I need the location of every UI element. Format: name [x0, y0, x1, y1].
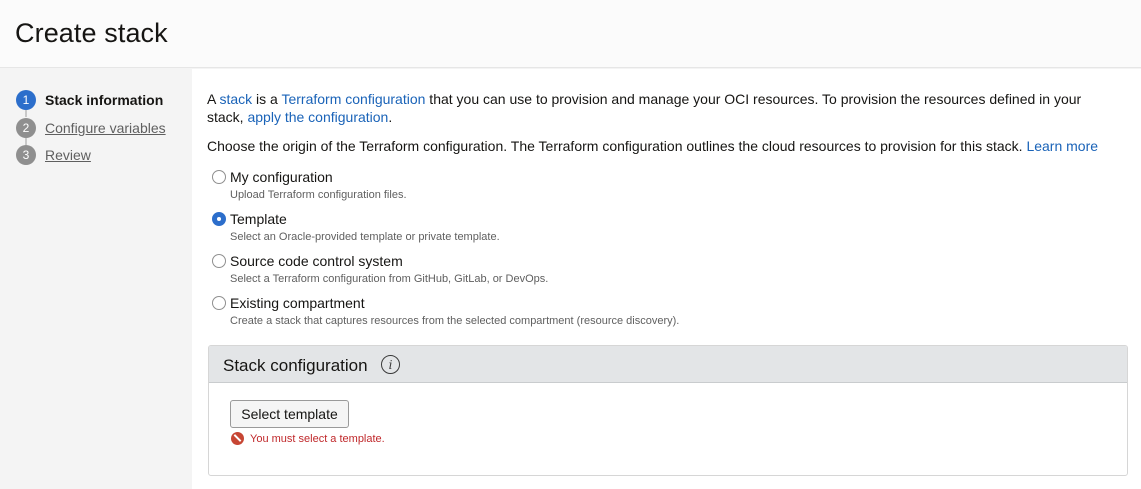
error-message: You must select a template. [250, 432, 385, 445]
step-number: 3 [16, 145, 36, 165]
origin-description: Choose the origin of the Terraform confi… [207, 137, 1127, 155]
option-description: Select a Terraform configuration from Gi… [230, 273, 549, 285]
error-icon [231, 432, 244, 445]
step-number: 1 [16, 90, 36, 110]
option-description: Upload Terraform configuration files. [230, 189, 407, 201]
page-title: Create stack [15, 18, 168, 48]
info-icon[interactable]: i [381, 355, 400, 374]
radio-template[interactable] [212, 212, 226, 226]
select-template-button[interactable]: Select template [230, 400, 349, 428]
learn-more-link[interactable]: Learn more [1026, 138, 1098, 154]
option-label[interactable]: My configuration [230, 168, 333, 186]
text: A [207, 91, 220, 107]
step-number: 2 [16, 118, 36, 138]
stack-description: A stack is a Terraform configuration tha… [207, 90, 1107, 126]
stack-configuration-header: Stack configuration i [209, 346, 1127, 383]
option-description: Create a stack that captures resources f… [230, 315, 680, 327]
radio-source-code-control[interactable] [212, 254, 226, 268]
option-description: Select an Oracle-provided template or pr… [230, 231, 500, 243]
text: . [388, 109, 393, 125]
stack-configuration-title: Stack configuration [223, 356, 368, 375]
text: Choose the origin of the Terraform confi… [207, 138, 1027, 154]
radio-my-configuration[interactable] [212, 170, 226, 184]
stack-link[interactable]: stack [219, 91, 252, 107]
option-label[interactable]: Source code control system [230, 252, 403, 270]
step-connector [25, 138, 27, 145]
step-label: Stack information [45, 92, 164, 108]
radio-existing-compartment[interactable] [212, 296, 226, 310]
step-label[interactable]: Configure variables [45, 120, 166, 136]
option-label[interactable]: Existing compartment [230, 294, 365, 312]
step-connector [25, 110, 27, 117]
page-header: Create stack [0, 0, 1141, 68]
apply-configuration-link[interactable]: apply the configuration [247, 109, 388, 125]
text: is a [252, 91, 282, 107]
step-review[interactable]: 3 Review [16, 145, 91, 165]
step-label[interactable]: Review [45, 147, 91, 163]
step-stack-information: 1 Stack information [16, 90, 163, 110]
terraform-configuration-link[interactable]: Terraform configuration [281, 91, 425, 107]
step-configure-variables[interactable]: 2 Configure variables [16, 118, 166, 138]
create-stack-page: Create stack 1 Stack information 2 Confi… [0, 0, 1141, 489]
stack-configuration-panel: Stack configuration i Select template Yo… [208, 345, 1128, 476]
option-label[interactable]: Template [230, 210, 287, 228]
template-error: You must select a template. [231, 432, 385, 445]
